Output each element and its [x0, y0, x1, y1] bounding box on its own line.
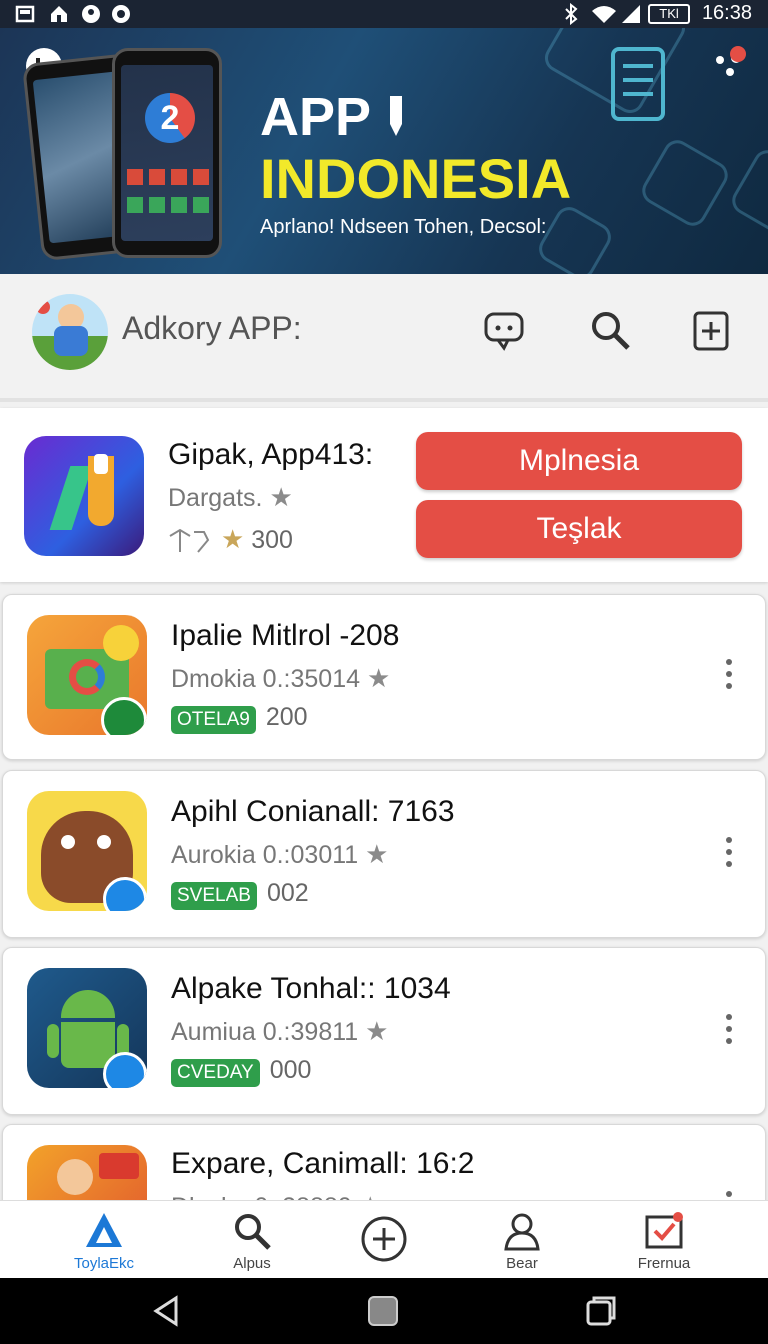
nav-label: Bear: [506, 1255, 538, 1272]
app-meta: Dmokia 0.:35014: [171, 665, 361, 693]
person-icon: [504, 1213, 540, 1251]
phone-badge: 2: [145, 93, 195, 143]
app-list-item[interactable]: Ipalie Mitlrol -208 Dmokia 0.:35014 ★ OT…: [2, 594, 766, 760]
star-icon: ★: [366, 663, 391, 693]
star-icon: ★: [269, 482, 293, 512]
header-title: Adkory APP:: [122, 310, 302, 346]
home-square-icon[interactable]: [366, 1294, 400, 1328]
app-count: 000: [269, 1056, 312, 1084]
app-title: Alpake Tonhal:: 1034: [171, 972, 451, 1005]
add-circle-icon: [361, 1216, 407, 1262]
pen-icon: [390, 96, 402, 136]
app-header: Adkory APP:: [0, 274, 768, 402]
more-options-icon[interactable]: [723, 1014, 735, 1054]
settings-notification-icon: [112, 5, 130, 23]
more-options-icon[interactable]: [723, 837, 735, 877]
search-icon: [235, 1214, 271, 1250]
status-badge: SVELAB: [171, 882, 257, 910]
install-button[interactable]: Mplnesia: [416, 432, 742, 490]
bear-app-icon: [27, 791, 147, 911]
banner-decor-hex: [727, 145, 768, 241]
app-logo-icon: [24, 436, 144, 556]
nav-item-add[interactable]: [324, 1201, 444, 1279]
document-icon: [611, 47, 665, 121]
share-icon[interactable]: [712, 46, 752, 86]
status-badge: CVEDAY: [171, 1059, 260, 1087]
banner-tagline: Aprlano! Ndseen Tohen, Decsol:: [260, 216, 547, 238]
banner-subtitle-title: INDONESIA: [260, 147, 572, 210]
more-options-icon[interactable]: [723, 659, 735, 699]
nav-item-calendar[interactable]: Frernua: [604, 1201, 724, 1279]
add-document-icon[interactable]: [690, 308, 734, 352]
star-icon: ★: [365, 1016, 389, 1046]
app-meta: Aurokia 0.:03011: [171, 841, 359, 869]
nav-item-profile[interactable]: Bear: [462, 1201, 582, 1279]
app-count: 002: [266, 879, 309, 907]
banner-title: APP: [260, 87, 372, 147]
chat-icon[interactable]: [482, 308, 526, 352]
app-title: Expare, Canimall: 16:2: [171, 1147, 475, 1180]
tag-glyph-icon: [169, 529, 210, 554]
bottom-navigation: ToylaEkc Alpus Bear Frernua: [0, 1200, 768, 1278]
app-list-item[interactable]: Apihl Conianall: 7163 Aurokia 0.:03011 ★…: [2, 770, 766, 938]
nav-item-search[interactable]: Alpus: [192, 1201, 312, 1279]
back-triangle-icon[interactable]: [150, 1294, 184, 1328]
nav-item-home[interactable]: ToylaEkc: [44, 1201, 164, 1279]
home-logo-icon: [86, 1213, 122, 1247]
secondary-button[interactable]: Teşlak: [416, 500, 742, 558]
banner-decor-hex: [637, 135, 733, 231]
android-app-icon: [27, 968, 147, 1088]
featured-app-card[interactable]: Gipak, App413: Dargats. ★ ★ 300 Mplnesia…: [0, 408, 768, 582]
battery-indicator: TKl: [648, 4, 690, 24]
search-icon[interactable]: [588, 308, 632, 352]
screenshot-icon: [15, 5, 35, 23]
home-notification-icon: [51, 6, 67, 22]
app-developer: Dargats.: [168, 484, 263, 512]
location-icon: [82, 5, 100, 23]
status-badge: OTELA9: [171, 706, 256, 734]
wifi-icon: [592, 6, 616, 23]
app-title: Apihl Conianall: 7163: [171, 795, 455, 828]
app-meta: Aumiua 0.:39811: [171, 1018, 359, 1046]
status-bar: TKl 16:38: [0, 0, 768, 28]
system-navigation-bar: [0, 1278, 768, 1344]
avatar[interactable]: [32, 294, 108, 370]
app-count: 200: [265, 703, 308, 731]
bluetooth-icon: [565, 3, 578, 25]
mail-app-icon: [27, 615, 147, 735]
rating-count: 300: [251, 526, 293, 554]
nav-label: Frernua: [637, 1255, 691, 1272]
phone-illustration: 2: [112, 48, 222, 258]
status-time: 16:38: [701, 2, 752, 24]
nav-label: ToylaEkc: [73, 1255, 135, 1272]
promo-banner[interactable]: 2 APP INDONESIA Aprlano! Ndseen Tohen, D…: [0, 28, 768, 274]
recents-icon[interactable]: [584, 1294, 618, 1328]
app-title: Ipalie Mitlrol -208: [171, 619, 400, 652]
star-icon: ★: [220, 524, 245, 554]
calendar-check-icon: [645, 1212, 683, 1249]
app-list-item[interactable]: Alpake Tonhal:: 1034 Aumiua 0.:39811 ★ C…: [2, 947, 766, 1115]
star-icon: ★: [365, 839, 389, 869]
signal-icon: [622, 5, 640, 23]
nav-label: Alpus: [233, 1255, 271, 1272]
app-title: Gipak, App413:: [168, 438, 374, 471]
